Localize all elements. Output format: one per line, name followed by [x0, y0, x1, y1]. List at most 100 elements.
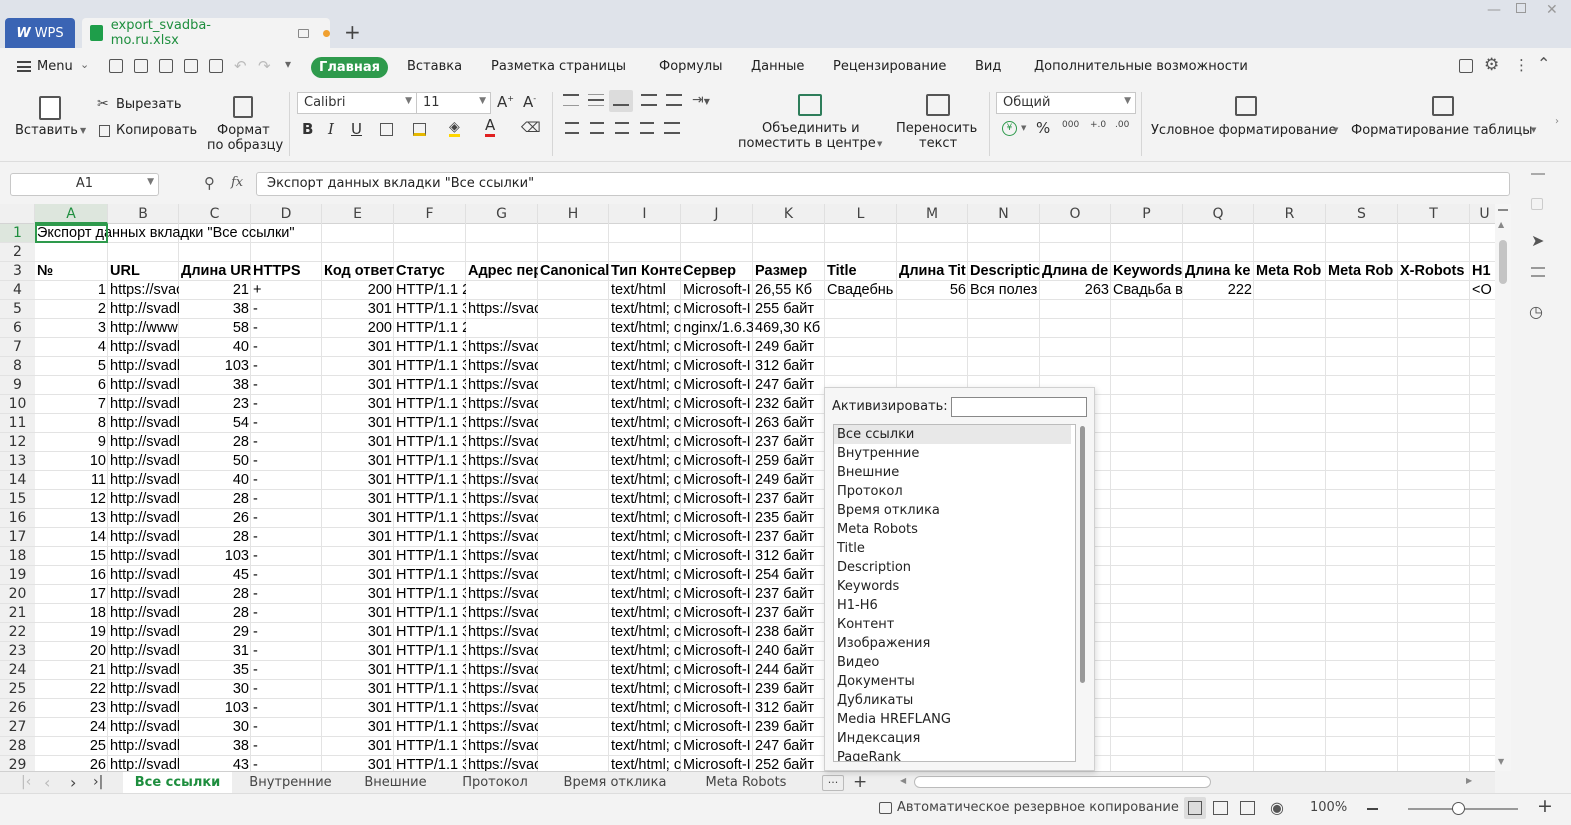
table-cell[interactable]: 103 [179, 699, 251, 718]
table-cell[interactable]: - [251, 490, 322, 509]
column-header[interactable]: N [968, 204, 1040, 224]
tab-extras[interactable]: Дополнительные возможности [1034, 59, 1248, 74]
tab-review[interactable]: Рецензирование [833, 59, 946, 74]
export-pdf-icon[interactable] [159, 59, 173, 73]
table-cell[interactable]: - [251, 604, 322, 623]
table-cell[interactable]: text/html; c [609, 699, 681, 718]
table-cell[interactable]: https://svac [466, 680, 538, 699]
table-cell[interactable]: 301 [322, 680, 394, 699]
table-cell[interactable]: 237 байт [753, 490, 825, 509]
table-cell[interactable]: 8 [35, 414, 108, 433]
table-cell[interactable]: 16 [35, 566, 108, 585]
table-cell[interactable]: https://svac [466, 300, 538, 319]
table-cell[interactable]: 15 [35, 547, 108, 566]
table-cell[interactable]: text/html; c [609, 395, 681, 414]
table-cell[interactable]: https://svac [466, 490, 538, 509]
table-cell[interactable]: Microsoft-I [681, 300, 753, 319]
table-cell[interactable]: 54 [179, 414, 251, 433]
table-cell[interactable]: text/html; c [609, 661, 681, 680]
table-cell[interactable]: text/html; c [609, 509, 681, 528]
table-cell[interactable]: 58 [179, 319, 251, 338]
select-all-corner[interactable] [0, 204, 35, 224]
font-name-select[interactable]: Calibri ▼ [297, 92, 417, 114]
table-cell[interactable]: Microsoft-I [681, 737, 753, 756]
sheet-tab-protocol[interactable]: Протокол [447, 772, 543, 794]
table-cell[interactable]: text/html; c [609, 452, 681, 471]
sheet-list-item[interactable]: Контент [834, 615, 1075, 634]
tab-page-layout[interactable]: Разметка страницы [491, 59, 626, 74]
table-cell[interactable]: Microsoft-I [681, 490, 753, 509]
ribbon-scroll-right-icon[interactable]: › [1555, 116, 1559, 127]
wrap-label-2[interactable]: текст [919, 136, 957, 151]
column-header[interactable]: R [1254, 204, 1326, 224]
table-cell[interactable]: HTTP/1.1 3 [394, 357, 466, 376]
sheet-list-item[interactable]: Индексация [834, 729, 1075, 748]
align-top-icon[interactable] [563, 94, 579, 106]
table-cell[interactable]: 18 [35, 604, 108, 623]
sheet-list-item[interactable]: Description [834, 558, 1075, 577]
table-cell[interactable]: - [251, 756, 322, 771]
table-cell[interactable]: HTTP/1.1 3 [394, 680, 466, 699]
table-cell[interactable]: 22 [35, 680, 108, 699]
sheet-list-item[interactable]: Keywords [834, 577, 1075, 596]
table-cell[interactable]: https://svac [466, 623, 538, 642]
table-cell[interactable]: 301 [322, 661, 394, 680]
table-cell[interactable]: 103 [179, 357, 251, 376]
table-cell[interactable]: Microsoft-I [681, 699, 753, 718]
paste-dropdown-icon[interactable]: ▼ [80, 126, 86, 135]
number-format-select[interactable]: Общий ▼ [996, 92, 1136, 114]
column-header[interactable]: E [322, 204, 394, 224]
table-cell[interactable]: <O [1470, 281, 1495, 300]
table-cell[interactable]: 28 [179, 528, 251, 547]
table-cell[interactable]: 239 байт [753, 680, 825, 699]
table-cell[interactable]: https://svac [466, 452, 538, 471]
table-cell[interactable]: 301 [322, 604, 394, 623]
column-header[interactable]: G [466, 204, 538, 224]
vertical-scrollbar[interactable]: ▲ ▼ [1495, 204, 1511, 771]
table-cell[interactable]: Keywords [1111, 262, 1183, 281]
table-cell[interactable]: Microsoft-I [681, 338, 753, 357]
table-cell[interactable]: Длина de [1040, 262, 1111, 281]
table-cell[interactable]: Статус [394, 262, 466, 281]
table-cell[interactable]: Microsoft-I [681, 395, 753, 414]
table-cell[interactable]: 103 [179, 547, 251, 566]
table-cell[interactable]: text/html; c [609, 528, 681, 547]
table-cell[interactable]: - [251, 566, 322, 585]
table-cell[interactable]: Descriptic [968, 262, 1040, 281]
table-cell[interactable]: 19 [35, 623, 108, 642]
column-header[interactable]: T [1398, 204, 1470, 224]
table-cell[interactable]: 301 [322, 357, 394, 376]
table-cell[interactable]: Canonical [538, 262, 609, 281]
table-cell[interactable]: 38 [179, 300, 251, 319]
table-cell[interactable]: 232 байт [753, 395, 825, 414]
row-header[interactable]: 14 [0, 471, 35, 490]
table-cell[interactable]: 301 [322, 566, 394, 585]
panel-collapse-icon[interactable] [1531, 173, 1545, 175]
format-painter-label-1[interactable]: Формат [217, 123, 270, 138]
table-cell[interactable]: 469,30 Кб [753, 319, 825, 338]
row-header[interactable]: 27 [0, 718, 35, 737]
table-cell[interactable]: 29 [179, 623, 251, 642]
table-cell[interactable]: https://svac [466, 756, 538, 771]
table-cell[interactable]: + [251, 281, 322, 300]
font-size-select[interactable]: 11 ▼ [416, 92, 491, 114]
zoom-formula-icon[interactable]: ⚲ [204, 174, 215, 192]
table-cell[interactable]: 301 [322, 490, 394, 509]
list-scrollbar-thumb[interactable] [1080, 426, 1085, 683]
table-cell[interactable]: 301 [322, 471, 394, 490]
sheet-tab-response-time[interactable]: Время отклика [550, 772, 680, 794]
add-sheet-button[interactable]: + [853, 772, 867, 792]
percent-icon[interactable]: % [1036, 119, 1050, 137]
table-cell[interactable]: Microsoft-I [681, 604, 753, 623]
table-cell[interactable]: - [251, 338, 322, 357]
table-cell[interactable]: https://svac [466, 433, 538, 452]
name-box[interactable]: A1 ▼ [10, 173, 159, 196]
text-direction-icon[interactable]: ⇥▼ [692, 92, 710, 108]
sheet-list-item[interactable]: Документы [834, 672, 1075, 691]
table-cell[interactable]: 35 [179, 661, 251, 680]
table-cell[interactable]: 301 [322, 642, 394, 661]
table-cell[interactable]: 312 байт [753, 357, 825, 376]
table-cell[interactable]: 5 [35, 357, 108, 376]
zoom-level-select[interactable]: 100% [1310, 800, 1347, 815]
table-cell[interactable]: Microsoft-I [681, 452, 753, 471]
